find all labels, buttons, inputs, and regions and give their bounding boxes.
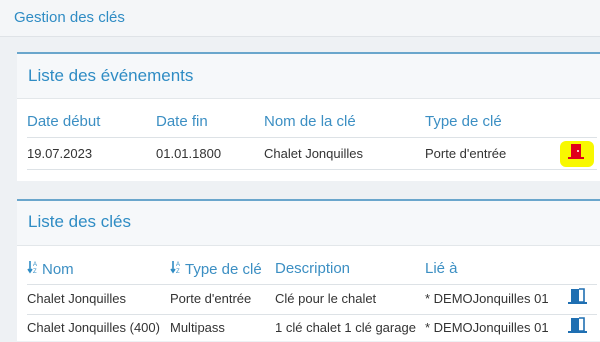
- event-start: 19.07.2023: [27, 146, 93, 161]
- event-key-type: Porte d'entrée: [425, 146, 507, 161]
- col-type-cle-label: Type de clé: [185, 261, 262, 278]
- exit-door-icon[interactable]: [568, 316, 588, 339]
- sort-az-icon[interactable]: AZ: [27, 260, 39, 278]
- events-panel-title: Liste des événements: [28, 66, 194, 85]
- door-icon[interactable]: [567, 142, 585, 165]
- key-type: Multipass: [170, 320, 225, 335]
- event-key-name: Chalet Jonquilles: [264, 146, 364, 161]
- table-row[interactable]: Chalet Jonquilles Porte d'entrée Clé pou…: [27, 288, 600, 313]
- divider: [27, 169, 597, 170]
- svg-text:Z: Z: [33, 269, 37, 274]
- window-title: Gestion des clés: [14, 9, 125, 26]
- col-date-fin[interactable]: Date fin: [156, 113, 208, 130]
- key-description: 1 clé chalet 1 clé garage: [275, 320, 416, 335]
- events-panel: Liste des événements Date début Date fin…: [17, 52, 600, 181]
- col-nom-label: Nom: [42, 261, 74, 278]
- col-date-debut[interactable]: Date début: [27, 113, 100, 130]
- table-row[interactable]: 19.07.2023 01.01.1800 Chalet Jonquilles …: [27, 141, 600, 168]
- exit-door-icon[interactable]: [568, 287, 588, 310]
- divider: [27, 284, 597, 285]
- svg-text:A: A: [33, 262, 37, 268]
- keys-panel-header: Liste des clés: [17, 201, 600, 246]
- svg-text:Z: Z: [176, 269, 180, 274]
- key-linked: * DEMOJonquilles 01: [425, 291, 549, 306]
- key-linked: * DEMOJonquilles 01: [425, 320, 549, 335]
- key-type: Porte d'entrée: [170, 291, 252, 306]
- svg-text:A: A: [176, 262, 180, 268]
- col-nom-cle[interactable]: Nom de la clé: [264, 113, 356, 130]
- col-type-cle[interactable]: AZ Type de clé: [170, 260, 262, 278]
- col-type-cle[interactable]: Type de clé: [425, 113, 502, 130]
- window-header: Gestion des clés: [0, 0, 600, 37]
- key-description: Clé pour le chalet: [275, 291, 377, 306]
- divider: [27, 137, 597, 138]
- event-end: 01.01.1800: [156, 146, 222, 161]
- keys-panel-title: Liste des clés: [28, 212, 131, 231]
- sort-az-icon[interactable]: AZ: [170, 260, 182, 278]
- divider: [27, 314, 597, 315]
- keys-panel: Liste des clés AZ Nom AZ Type de clé Des…: [17, 199, 600, 341]
- col-nom[interactable]: AZ Nom: [27, 260, 74, 278]
- key-name: Chalet Jonquilles: [27, 291, 127, 306]
- key-name: Chalet Jonquilles (400): [27, 320, 160, 335]
- table-row[interactable]: Chalet Jonquilles (400) Multipass 1 clé …: [27, 317, 600, 342]
- col-lie-a[interactable]: Lié à: [425, 260, 458, 277]
- col-description[interactable]: Description: [275, 260, 350, 277]
- events-panel-header: Liste des événements: [17, 54, 600, 99]
